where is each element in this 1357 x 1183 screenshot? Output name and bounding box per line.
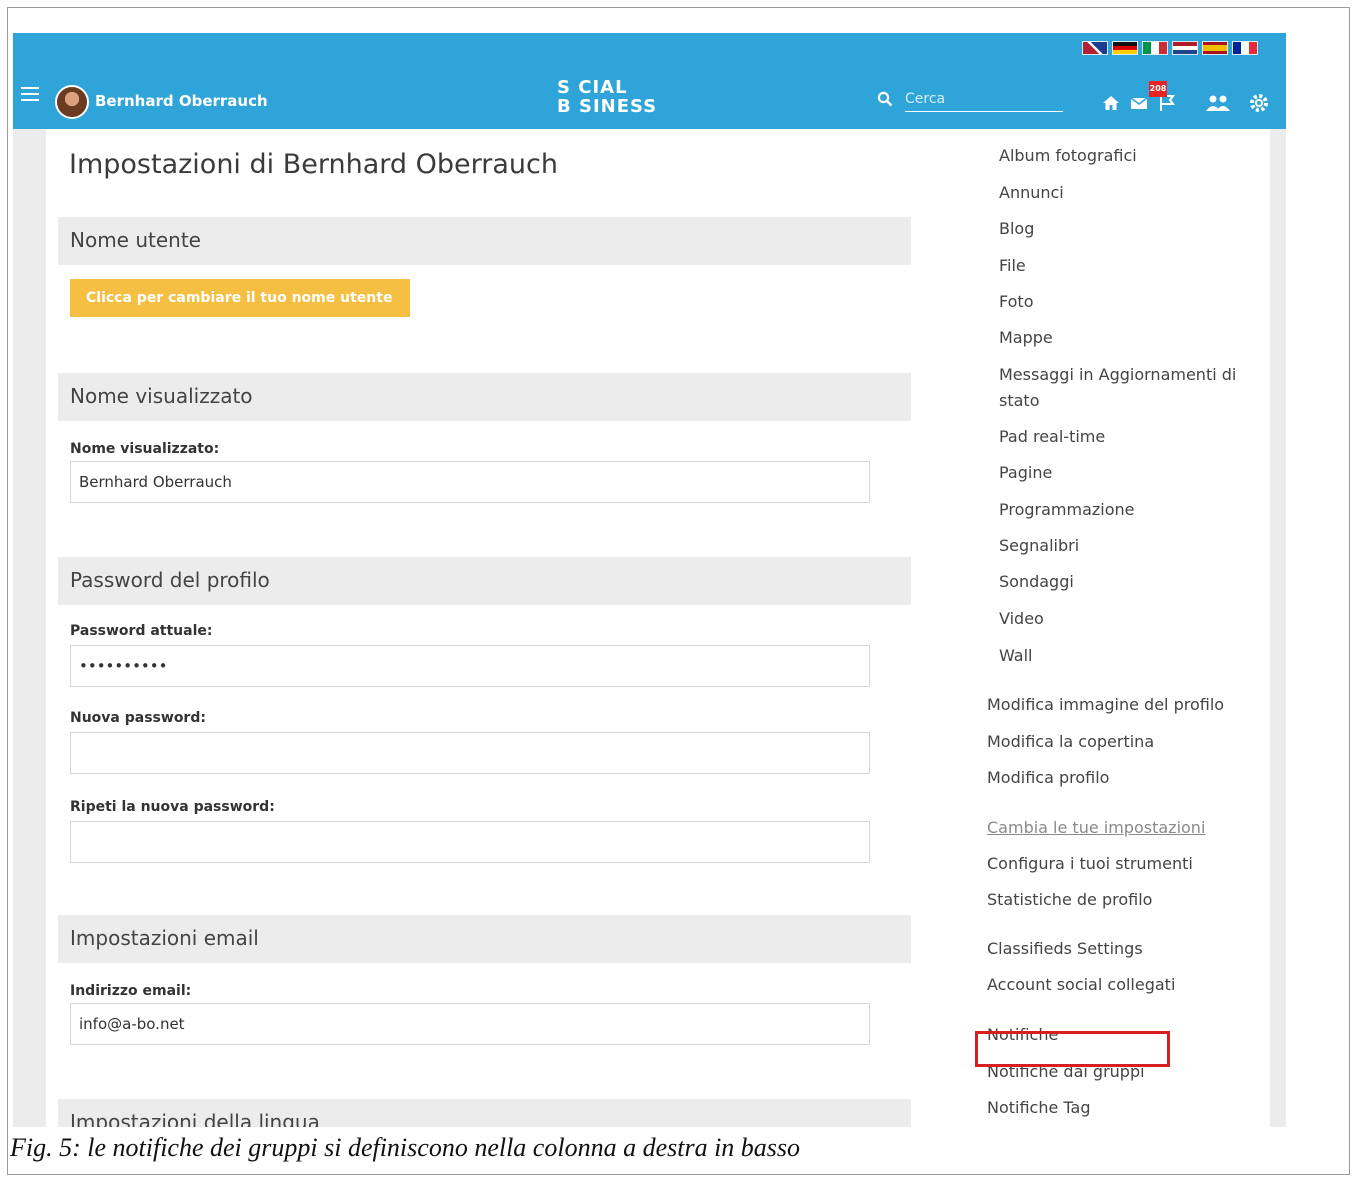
sidebar-item-messaggi[interactable]: Messaggi in Aggiornamenti di xyxy=(999,362,1249,387)
page-title: Impostazioni di Bernhard Oberrauch xyxy=(69,149,558,180)
home-icon[interactable] xyxy=(1101,93,1121,113)
users-icon[interactable] xyxy=(1205,93,1231,113)
menu-icon[interactable] xyxy=(21,87,39,101)
sidebar-item-pagine[interactable]: Pagine xyxy=(999,460,1249,485)
email-section: Impostazioni email Indirizzo email: xyxy=(58,915,911,1065)
section-header-username: Nome utente xyxy=(58,217,911,265)
sidebar-item-album[interactable]: Album fotografici xyxy=(999,143,1249,168)
sidebar-item-social-accounts[interactable]: Account social collegati xyxy=(987,972,1286,997)
figure-caption: Fig. 5: le notifiche dei gruppi si defin… xyxy=(10,1133,801,1162)
display-name-label: Nome visualizzato: xyxy=(70,441,220,457)
avatar[interactable] xyxy=(55,85,89,119)
sidebar-item-file[interactable]: File xyxy=(999,253,1249,278)
nl-flag-icon[interactable] xyxy=(1172,41,1198,55)
new-password-label: Nuova password: xyxy=(70,710,206,726)
sidebar-item-programmazione[interactable]: Programmazione xyxy=(999,497,1249,522)
sidebar-item-wall[interactable]: Wall xyxy=(999,643,1249,668)
sidebar-item-messaggi-cont[interactable]: stato xyxy=(999,388,1249,413)
logo-line-2: B SINESS xyxy=(557,96,658,117)
change-username-button[interactable]: Clicca per cambiare il tuo nome utente xyxy=(70,279,410,317)
section-header-password: Password del profilo xyxy=(58,557,911,605)
section-header-display-name: Nome visualizzato xyxy=(58,373,911,421)
sidebar-item-cover[interactable]: Modifica la copertina xyxy=(987,729,1286,754)
email-input[interactable] xyxy=(70,1003,870,1045)
logo-line-1: S CIAL xyxy=(557,77,628,98)
display-name-section: Nome visualizzato Nome visualizzato: xyxy=(58,373,911,523)
section-header-language: Impostazioni della lingua xyxy=(58,1099,911,1127)
sidebar-item-pad[interactable]: Pad real-time xyxy=(999,424,1249,449)
sidebar-item-mappe[interactable]: Mappe xyxy=(999,325,1249,350)
sidebar-item-statistics[interactable]: Statistiche de profilo xyxy=(987,887,1286,912)
sidebar-item-tag-notifications[interactable]: Notifiche Tag xyxy=(987,1095,1286,1120)
es-flag-icon[interactable] xyxy=(1202,41,1228,55)
sidebar-item-annunci[interactable]: Annunci xyxy=(999,180,1249,205)
sidebar-item-sondaggi[interactable]: Sondaggi xyxy=(999,569,1249,594)
sidebar-item-foto[interactable]: Foto xyxy=(999,289,1249,314)
sidebar-item-video[interactable]: Video xyxy=(999,606,1249,631)
highlight-box xyxy=(975,1031,1170,1067)
it-flag-icon[interactable] xyxy=(1142,41,1168,55)
gear-icon[interactable] xyxy=(1249,93,1269,113)
social-business-logo[interactable]: S CIAL B SINESS xyxy=(557,78,657,116)
display-name-input[interactable] xyxy=(70,461,870,503)
uk-flag-icon[interactable] xyxy=(1082,41,1108,55)
sidebar-item-classifieds[interactable]: Classifieds Settings xyxy=(987,936,1286,961)
sidebar-item-edit-profile[interactable]: Modifica profilo xyxy=(987,765,1286,790)
repeat-password-label: Ripeti la nuova password: xyxy=(70,799,275,815)
sidebar-item-segnalibri[interactable]: Segnalibri xyxy=(999,533,1249,558)
email-label: Indirizzo email: xyxy=(70,983,192,999)
settings-sidebar: Album fotografici Annunci Blog File Foto… xyxy=(930,129,1270,1127)
sidebar-item-profile-image[interactable]: Modifica immagine del profilo xyxy=(987,692,1286,717)
search-input[interactable] xyxy=(905,87,1063,112)
fr-flag-icon[interactable] xyxy=(1232,41,1258,55)
top-navbar: Bernhard Oberrauch S CIAL B SINESS 208 xyxy=(13,33,1286,129)
username-section: Nome utente Clicca per cambiare il tuo n… xyxy=(58,217,911,337)
language-flags xyxy=(1082,41,1258,55)
de-flag-icon[interactable] xyxy=(1112,41,1138,55)
settings-panel: Impostazioni di Bernhard Oberrauch Nome … xyxy=(46,129,930,1127)
screenshot: Bernhard Oberrauch S CIAL B SINESS 208 xyxy=(13,33,1286,1127)
user-name-link[interactable]: Bernhard Oberrauch xyxy=(95,92,268,110)
sidebar-item-tools[interactable]: Configura i tuoi strumenti xyxy=(987,851,1286,876)
sidebar-item-blog[interactable]: Blog xyxy=(999,216,1249,241)
search-icon[interactable] xyxy=(877,91,893,107)
notification-badge[interactable]: 208 xyxy=(1149,81,1167,97)
current-password-input[interactable] xyxy=(70,645,870,687)
new-password-input[interactable] xyxy=(70,732,870,774)
current-password-label: Password attuale: xyxy=(70,623,213,639)
password-section: Password del profilo Password attuale: N… xyxy=(58,557,911,877)
envelope-icon[interactable] xyxy=(1129,93,1149,113)
sidebar-item-settings[interactable]: Cambia le tue impostazioni xyxy=(987,815,1286,840)
language-section: Impostazioni della lingua xyxy=(58,1099,911,1127)
section-header-email: Impostazioni email xyxy=(58,915,911,963)
nav-icons: 208 xyxy=(1101,81,1281,119)
repeat-password-input[interactable] xyxy=(70,821,870,863)
